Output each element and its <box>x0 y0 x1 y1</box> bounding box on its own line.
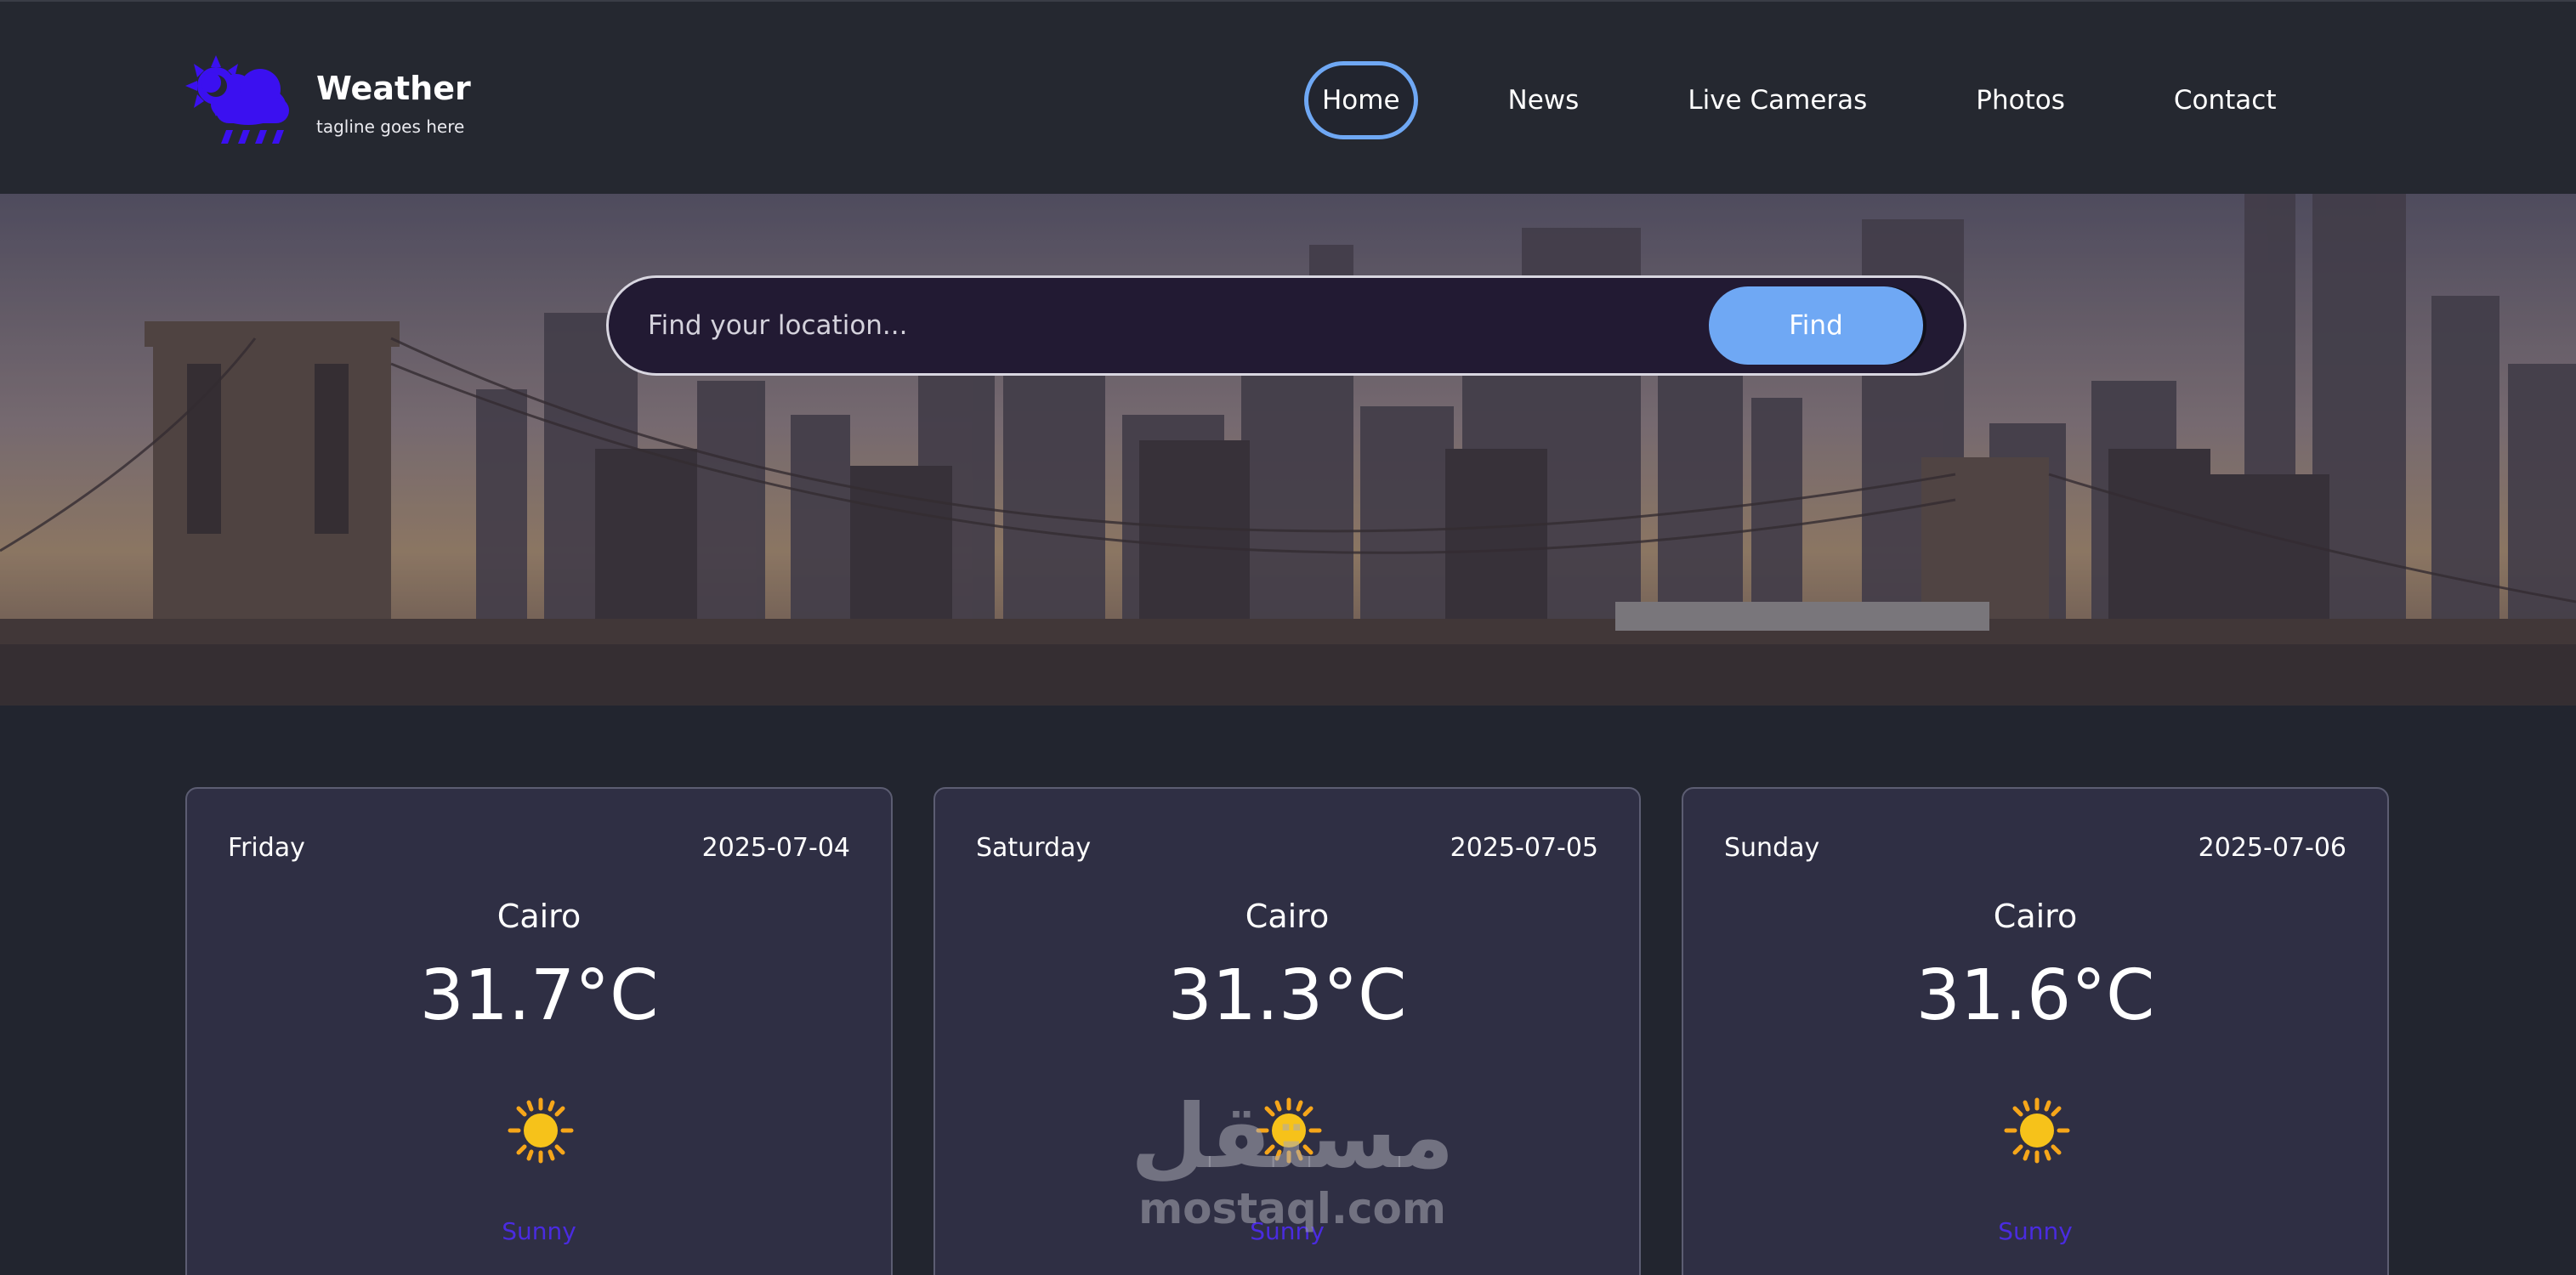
brand-tagline: tagline goes here <box>316 116 465 137</box>
forecast-card-day2: Saturday 2025-07-05 Cairo 31.3°C Sunny <box>933 787 1641 1275</box>
forecast-card-day1: Friday 2025-07-04 Cairo 31.7°C Sunny <box>185 787 893 1275</box>
weather-page: Weather tagline goes here Home News Live… <box>0 0 2576 1275</box>
brand-text: Weather tagline goes here <box>316 67 471 137</box>
forecast-city: Cairo <box>496 898 582 935</box>
site-header: Weather tagline goes here Home News Live… <box>0 0 2576 194</box>
city-skyline-image <box>0 194 2576 706</box>
sun-icon <box>508 1097 574 1164</box>
forecast-day: Saturday <box>976 833 1092 863</box>
nav-item-contact[interactable]: Contact <box>2155 61 2295 139</box>
brand-title: Weather <box>316 70 471 107</box>
sun-icon <box>1256 1097 1322 1164</box>
nav-item-live-cameras[interactable]: Live Cameras <box>1669 61 1886 139</box>
brand[interactable]: Weather tagline goes here <box>182 51 471 153</box>
forecast-day: Friday <box>228 833 305 863</box>
nav-item-photos[interactable]: Photos <box>1957 61 2084 139</box>
sun-icon <box>2004 1097 2070 1164</box>
nav-item-home[interactable]: Home <box>1304 61 1418 139</box>
forecast-date: 2025-07-06 <box>2198 833 2346 863</box>
nav-item-news[interactable]: News <box>1489 61 1598 139</box>
find-button[interactable]: Find <box>1709 286 1923 365</box>
forecast-condition: Sunny <box>1250 1217 1325 1245</box>
forecast-date: 2025-07-04 <box>701 833 850 863</box>
sun-cloud-rain-icon <box>185 55 289 144</box>
main-nav: Home News Live Cameras Photos Contact <box>1304 61 2367 139</box>
forecast-temperature: 31.6°C <box>1915 955 2155 1036</box>
location-search-bar: Find <box>606 275 1966 376</box>
forecast-temperature: 31.7°C <box>419 955 659 1036</box>
hero-banner: Find <box>0 194 2576 706</box>
forecast-card-day3: Sunday 2025-07-06 Cairo 31.6°C Sunny <box>1682 787 2389 1275</box>
forecast-date: 2025-07-05 <box>1450 833 1598 863</box>
forecast-day: Sunday <box>1724 833 1820 863</box>
forecast-city: Cairo <box>1245 898 1330 935</box>
forecast-temperature: 31.3°C <box>1167 955 1407 1036</box>
forecast-city: Cairo <box>1993 898 2078 935</box>
location-search-input[interactable] <box>648 278 1668 373</box>
forecast-condition: Sunny <box>502 1217 576 1245</box>
forecast-condition: Sunny <box>1998 1217 2073 1245</box>
